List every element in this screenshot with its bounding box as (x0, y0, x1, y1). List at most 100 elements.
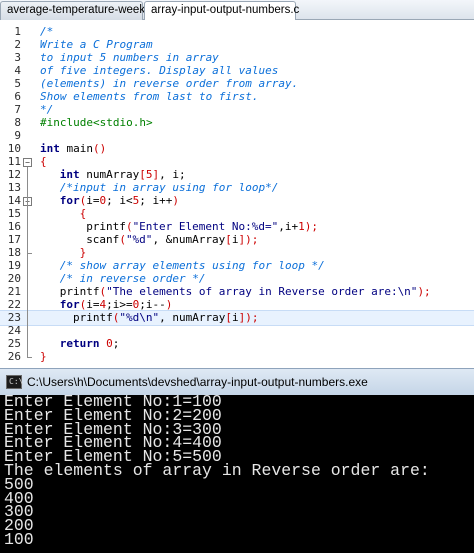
code-token: ( (119, 233, 126, 246)
code-token: i= (86, 194, 100, 207)
code-token: /* show array elements using for loop */ (59, 259, 325, 272)
code-text: return 0; (60, 337, 120, 351)
code-token: #include<stdio.h> (40, 116, 153, 129)
code-line[interactable]: 18} (0, 246, 474, 260)
code-text: /*input in array using for loop*/ (60, 181, 279, 195)
code-text: int numArray[5], i; (60, 168, 186, 182)
code-token: } (40, 350, 47, 363)
code-text: printf("The elements of array in Reverse… (60, 285, 431, 299)
line-number: 2 (14, 38, 21, 51)
code-line[interactable]: 2 Write a C Program (0, 38, 474, 52)
code-text: scanf("%d", &numArray[i]); (86, 233, 258, 247)
code-text: /* show array elements using for loop */ (60, 259, 325, 273)
tab-array-input-output-numbers[interactable]: array-input-output-numbers.c (144, 1, 299, 21)
code-line[interactable]: 9 (0, 129, 474, 143)
line-number: 15 (7, 207, 21, 220)
code-line[interactable]: 12 int numArray[5], i; (0, 168, 474, 182)
code-token: { (79, 207, 87, 220)
code-line[interactable]: 7 */ (0, 103, 474, 117)
code-text: { (80, 207, 87, 221)
code-token: ; (112, 337, 120, 350)
code-token: int (59, 168, 80, 181)
code-line[interactable]: 17 scanf("%d", &numArray[i]); (0, 233, 474, 247)
code-token: /* (40, 25, 54, 38)
code-text: printf("%d\n", numArray[i]); (73, 311, 258, 325)
code-token: } (79, 246, 87, 259)
code-token: printf (73, 311, 113, 324)
console-window-icon: C:\ (6, 375, 23, 389)
code-token: "%d" (125, 233, 153, 246)
code-editor[interactable]: 1 /* 2 Write a C Program 3 to input 5 numbers… (0, 20, 474, 364)
code-line[interactable]: 11−{ (0, 155, 474, 169)
code-token: main (59, 142, 93, 155)
code-token: ( (125, 220, 133, 233)
code-line[interactable]: 25 return 0; (0, 337, 474, 351)
code-text: to input 5 numbers in array (40, 51, 219, 65)
line-number: 8 (14, 116, 21, 129)
code-line[interactable]: 24 (0, 324, 474, 338)
line-number: 23 (7, 311, 21, 324)
code-text: Write a C Program (40, 38, 153, 52)
line-number: 16 (7, 220, 21, 233)
line-number: 6 (14, 90, 21, 103)
code-text: for(i=4;i>=0;i--) (60, 298, 173, 312)
line-number: 20 (7, 272, 21, 285)
code-token: printf (59, 285, 100, 298)
code-token: (elements) in reverse order from array. (40, 77, 299, 90)
code-text: of five integers. Display all values (40, 64, 278, 78)
code-token: ]); (238, 233, 259, 246)
code-line[interactable]: 1 /* (0, 25, 474, 39)
line-number: 26 (7, 350, 21, 363)
code-token: { (40, 155, 47, 168)
line-number: 1 (14, 25, 21, 38)
fold-guide-line (27, 167, 28, 354)
code-token: "Enter Element No:%d=" (132, 220, 279, 233)
code-token: , &numArray (152, 233, 226, 246)
code-line[interactable]: 22 for(i=4;i>=0;i--) (0, 298, 474, 312)
code-token: "The elements of array in Reverse order … (106, 285, 418, 298)
code-token: */ (40, 103, 54, 116)
console-output-line: The elements of array in Reverse order a… (4, 461, 430, 480)
code-line[interactable]: 13 /*input in array using for loop*/ (0, 181, 474, 195)
code-text: } (80, 246, 87, 260)
code-line[interactable]: 10 int main() (0, 142, 474, 156)
code-line[interactable]: 6 Show elements from last to first. (0, 90, 474, 104)
code-line[interactable]: 20 /* in reverse order */ (0, 272, 474, 286)
code-token: i (231, 233, 239, 246)
code-line[interactable]: 8 #include<stdio.h> (0, 116, 474, 130)
code-line[interactable]: 16 printf("Enter Element No:%d=",i+1); (0, 220, 474, 234)
code-text: printf("Enter Element No:%d=",i+1); (86, 220, 318, 234)
console-output-line: 100 (4, 530, 34, 549)
console-output[interactable]: Enter Element No:1=100 Enter Element No:2… (0, 395, 474, 553)
line-number: 18 (7, 246, 21, 259)
fold-toggle-icon[interactable]: − (23, 158, 32, 167)
code-token: /* in reverse order */ (59, 272, 206, 285)
console-title-bar[interactable]: C:\ C:\Users\h\Documents\devshed\array-i… (0, 368, 474, 395)
code-line[interactable]: 4 of five integers. Display all values (0, 64, 474, 78)
code-line[interactable]: 19 /* show array elements using for loop … (0, 259, 474, 273)
code-token: , i; (159, 168, 186, 181)
fold-guide-line (27, 206, 28, 250)
code-token: for (59, 194, 80, 207)
code-line[interactable]: 21 printf("The elements of array in Rever… (0, 285, 474, 299)
tab-average-temperature-week[interactable]: average-temperature-week.c (0, 1, 154, 20)
line-number: 13 (7, 181, 21, 194)
code-line[interactable]: 15 { (0, 207, 474, 221)
code-line[interactable]: 3 to input 5 numbers in array (0, 51, 474, 65)
code-line[interactable]: 26} (0, 350, 474, 364)
code-text: #include<stdio.h> (40, 116, 153, 130)
code-token: ) (165, 298, 173, 311)
code-text: { (40, 155, 47, 169)
code-token: ; i< (106, 194, 133, 207)
code-line[interactable]: 23 printf("%d\n", numArray[i]); (0, 310, 474, 326)
code-line[interactable]: 14−for(i=0; i<5; i++) (0, 194, 474, 208)
editor-tab-bar: average-temperature-week.c array-input-o… (0, 0, 474, 21)
line-number: 21 (7, 285, 21, 298)
code-token: 1 (298, 220, 305, 233)
line-number: 14 (7, 194, 21, 207)
code-text: (elements) in reverse order from array. (40, 77, 298, 91)
code-token: 0 (106, 337, 113, 350)
line-number: 5 (14, 77, 21, 90)
code-text: /* (40, 25, 53, 39)
code-line[interactable]: 5 (elements) in reverse order from array. (0, 77, 474, 91)
